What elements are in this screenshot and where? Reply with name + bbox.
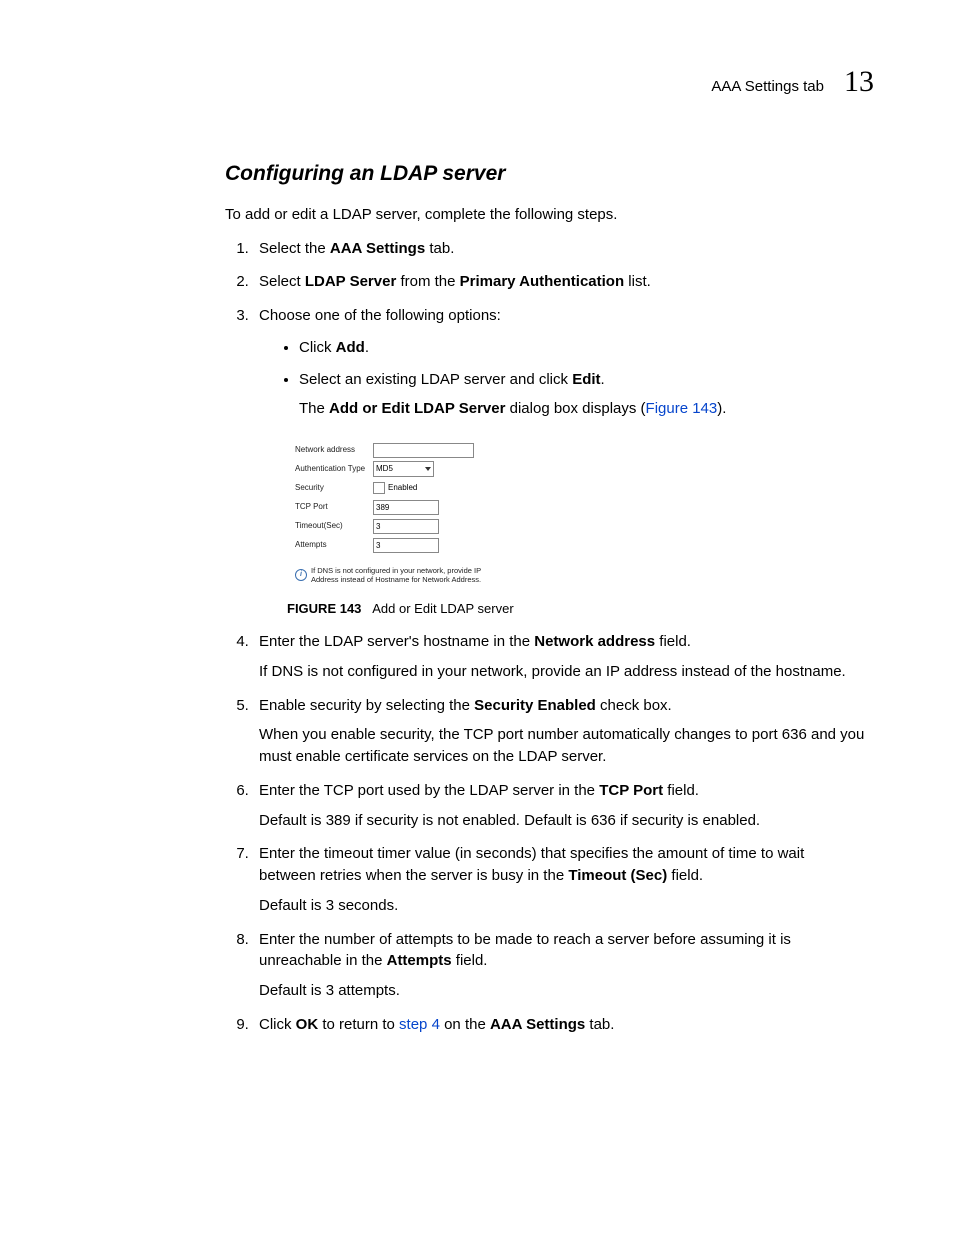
dropdown: MD5 bbox=[373, 461, 434, 477]
checkbox bbox=[373, 482, 385, 494]
checkbox-group: Enabled bbox=[373, 482, 417, 494]
bold: Security Enabled bbox=[474, 697, 596, 714]
info-note: i If DNS is not configured in your netwo… bbox=[295, 566, 485, 584]
text: Select an existing LDAP server and click bbox=[299, 371, 572, 388]
text: Select the bbox=[259, 240, 330, 257]
text: ). bbox=[717, 400, 726, 417]
text: field. bbox=[452, 952, 488, 969]
textbox: 389 bbox=[373, 500, 439, 515]
step-3: Choose one of the following options: Cli… bbox=[253, 305, 865, 619]
caption-text: Add or Edit LDAP server bbox=[372, 601, 513, 616]
text: to return to bbox=[318, 1016, 399, 1033]
text: check box. bbox=[596, 697, 672, 714]
checkbox-label: Enabled bbox=[388, 483, 417, 492]
textbox bbox=[373, 443, 474, 458]
field-auth-type: Authentication Type MD5 bbox=[295, 460, 485, 478]
text: Enter the LDAP server's hostname in the bbox=[259, 633, 534, 650]
value: MD5 bbox=[376, 463, 393, 475]
text: Enable security by selecting the bbox=[259, 697, 474, 714]
text: field. bbox=[667, 867, 703, 884]
bold: LDAP Server bbox=[305, 273, 396, 290]
text: tab. bbox=[425, 240, 454, 257]
label: Security bbox=[295, 482, 373, 494]
running-header: AAA Settings tab 13 bbox=[70, 60, 884, 104]
note-text: If DNS is not configured in your network… bbox=[311, 566, 485, 584]
label: Authentication Type bbox=[295, 463, 373, 475]
info-icon: i bbox=[295, 569, 307, 581]
text: Enter the TCP port used by the LDAP serv… bbox=[259, 782, 599, 799]
paragraph: Default is 3 attempts. bbox=[259, 980, 865, 1002]
label: Timeout(Sec) bbox=[295, 520, 373, 532]
bullet-item: Select an existing LDAP server and click… bbox=[299, 369, 865, 421]
text: list. bbox=[624, 273, 651, 290]
text: Enter the timeout timer value (in second… bbox=[259, 845, 804, 884]
text: Click bbox=[259, 1016, 296, 1033]
step-9: Click OK to return to step 4 on the AAA … bbox=[253, 1014, 865, 1036]
intro-text: To add or edit a LDAP server, complete t… bbox=[225, 204, 865, 226]
step-4: Enter the LDAP server's hostname in the … bbox=[253, 631, 865, 683]
step-8: Enter the number of attempts to be made … bbox=[253, 929, 865, 1002]
follow-up: The Add or Edit LDAP Server dialog box d… bbox=[299, 398, 865, 420]
field-network-address: Network address bbox=[295, 441, 485, 459]
figure-link[interactable]: Figure 143 bbox=[646, 400, 718, 417]
text: from the bbox=[396, 273, 459, 290]
text: The bbox=[299, 400, 329, 417]
text: field. bbox=[655, 633, 691, 650]
content-area: Configuring an LDAP server To add or edi… bbox=[225, 159, 865, 1036]
field-attempts: Attempts 3 bbox=[295, 536, 485, 554]
header-label: AAA Settings tab bbox=[711, 76, 824, 98]
paragraph: If DNS is not configured in your network… bbox=[259, 661, 865, 683]
steps-list: Select the AAA Settings tab. Select LDAP… bbox=[225, 238, 865, 1036]
label: Network address bbox=[295, 444, 373, 456]
field-timeout: Timeout(Sec) 3 bbox=[295, 517, 485, 535]
text: . bbox=[365, 339, 369, 356]
textbox: 3 bbox=[373, 519, 439, 534]
bold: Add bbox=[336, 339, 365, 356]
bold: TCP Port bbox=[599, 782, 663, 799]
chapter-number: 13 bbox=[844, 60, 874, 104]
bold: AAA Settings bbox=[490, 1016, 585, 1033]
bold: Attempts bbox=[387, 952, 452, 969]
text: field. bbox=[663, 782, 699, 799]
bullet-list: Click Add. Select an existing LDAP serve… bbox=[259, 337, 865, 420]
text: Click bbox=[299, 339, 336, 356]
text: Enter the number of attempts to be made … bbox=[259, 931, 791, 970]
step-7: Enter the timeout timer value (in second… bbox=[253, 843, 865, 916]
bold: Network address bbox=[534, 633, 655, 650]
step-6: Enter the TCP port used by the LDAP serv… bbox=[253, 780, 865, 832]
step-5: Enable security by selecting the Securit… bbox=[253, 695, 865, 768]
field-tcp-port: TCP Port 389 bbox=[295, 498, 485, 516]
caption-label: FIGURE 143 bbox=[287, 601, 361, 616]
bold: Add or Edit LDAP Server bbox=[329, 400, 505, 417]
text: on the bbox=[440, 1016, 490, 1033]
label: Attempts bbox=[295, 539, 373, 551]
label: TCP Port bbox=[295, 501, 373, 513]
text: . bbox=[601, 371, 605, 388]
bullet-item: Click Add. bbox=[299, 337, 865, 359]
step-2: Select LDAP Server from the Primary Auth… bbox=[253, 271, 865, 293]
text: dialog box displays ( bbox=[505, 400, 645, 417]
text: tab. bbox=[585, 1016, 614, 1033]
section-title: Configuring an LDAP server bbox=[225, 159, 865, 189]
bold: Edit bbox=[572, 371, 600, 388]
figure-wrapper: Network address Authentication Type MD5 … bbox=[287, 432, 865, 592]
paragraph: When you enable security, the TCP port n… bbox=[259, 724, 865, 768]
bold: OK bbox=[296, 1016, 319, 1033]
bold: AAA Settings bbox=[330, 240, 425, 257]
text: Choose one of the following options: bbox=[259, 307, 501, 324]
dialog-screenshot: Network address Authentication Type MD5 … bbox=[287, 432, 493, 592]
text: Select bbox=[259, 273, 305, 290]
page: AAA Settings tab 13 Configuring an LDAP … bbox=[0, 0, 954, 1235]
bold: Primary Authentication bbox=[460, 273, 624, 290]
field-security: Security Enabled bbox=[295, 479, 485, 497]
paragraph: Default is 389 if security is not enable… bbox=[259, 810, 865, 832]
figure-caption: FIGURE 143 Add or Edit LDAP server bbox=[287, 600, 865, 619]
step-link[interactable]: step 4 bbox=[399, 1016, 440, 1033]
textbox: 3 bbox=[373, 538, 439, 553]
chevron-down-icon bbox=[425, 467, 431, 471]
bold: Timeout (Sec) bbox=[568, 867, 667, 884]
step-1: Select the AAA Settings tab. bbox=[253, 238, 865, 260]
paragraph: Default is 3 seconds. bbox=[259, 895, 865, 917]
